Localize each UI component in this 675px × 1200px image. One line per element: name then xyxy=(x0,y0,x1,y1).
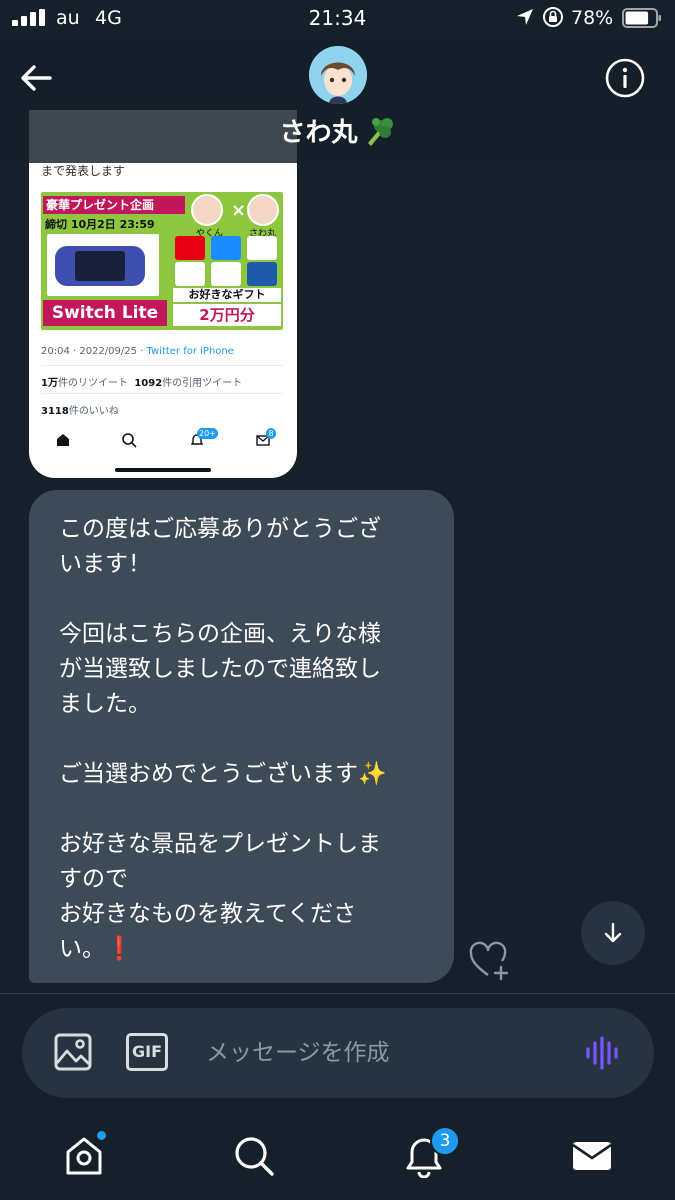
battery-percent: 78% xyxy=(571,7,614,29)
location-arrow-icon xyxy=(517,9,533,25)
message-input[interactable] xyxy=(206,1036,566,1070)
mail-icon[interactable] xyxy=(570,1134,614,1178)
retweet-count: 1万 xyxy=(41,378,58,389)
apple-icon xyxy=(211,236,241,260)
screenshot-top-text: まで発表します xyxy=(41,164,126,178)
message-bubble[interactable]: この度はご応募ありがとうござ います！ 今回はこちらの企画、えりな様 が当選致し… xyxy=(29,490,454,983)
promo-heading: 豪華プレゼント企画 xyxy=(43,196,185,214)
playstation-icon xyxy=(247,262,277,286)
gif-button[interactable]: GIF xyxy=(126,1033,168,1071)
conversation-header: さわ丸 xyxy=(0,38,675,163)
message-text: この度はご応募ありがとうござ います！ 今回はこちらの企画、えりな様 が当選致し… xyxy=(59,516,387,962)
rotation-lock-icon xyxy=(543,7,563,27)
divider xyxy=(41,393,283,394)
gift-amount: 2万円分 xyxy=(173,304,281,326)
gift-caption: お好きなギフト xyxy=(173,288,281,302)
retweet-label: 件のリツイート xyxy=(57,378,128,389)
tweet-likes: 3118件のいいね xyxy=(41,402,119,417)
search-icon xyxy=(122,433,137,448)
amazon-icon xyxy=(175,262,205,286)
like-label: 件のいいね xyxy=(68,406,119,417)
attached-screenshot[interactable]: まで発表します 豪華プレゼント企画 締切 10月2日 23:59 Switch … xyxy=(29,110,297,478)
promo-image: 豪華プレゼント企画 締切 10月2日 23:59 Switch Lite × や… xyxy=(41,192,283,330)
info-circle-icon[interactable] xyxy=(604,57,646,99)
home-indicator xyxy=(115,468,211,472)
contact-name-row[interactable]: さわ丸 xyxy=(0,112,675,149)
quote-count: 1092 xyxy=(134,378,163,389)
tab-bar xyxy=(0,1108,675,1200)
divider xyxy=(0,993,675,994)
rakuten-point-icon xyxy=(211,262,241,286)
message-composer: GIF xyxy=(22,1008,654,1098)
paypay-icon xyxy=(175,236,205,260)
contact-avatar[interactable] xyxy=(309,46,367,104)
messages-badge: 8 xyxy=(266,428,276,439)
home-icon xyxy=(57,434,69,446)
promo-times: × xyxy=(231,200,247,221)
notification-badge: 20+ xyxy=(197,428,218,439)
host-avatar-1 xyxy=(191,194,223,226)
promo-product: Switch Lite xyxy=(43,300,167,326)
tweet-via: Twitter for iPhone xyxy=(146,346,234,357)
search-icon[interactable] xyxy=(232,1134,276,1178)
status-bar: au 4G 21:34 78% xyxy=(0,0,675,38)
promo-deadline: 締切 10月2日 23:59 xyxy=(45,218,155,231)
heart-add-icon[interactable] xyxy=(468,941,512,981)
image-icon[interactable] xyxy=(54,1033,92,1071)
quote-label: 件の引用ツイート xyxy=(162,378,243,389)
battery-icon xyxy=(622,8,661,28)
broccoli-icon xyxy=(367,118,393,146)
host-avatar-2 xyxy=(247,194,279,226)
screenshot-tabbar: 20+ 8 xyxy=(29,428,297,458)
voice-wave-icon[interactable] xyxy=(584,1034,622,1072)
google-play-icon xyxy=(247,236,277,260)
like-count: 3118 xyxy=(41,406,69,417)
tweet-counts: 1万件のリツイート 1092件の引用ツイート xyxy=(41,374,242,389)
switch-screen xyxy=(75,251,125,281)
arrow-left-icon[interactable] xyxy=(16,58,56,98)
avatar-illustration xyxy=(309,46,367,104)
tweet-meta: 20:04 · 2022/09/25 · Twitter for iPhone xyxy=(41,346,234,357)
divider xyxy=(41,365,283,366)
arrow-down-icon xyxy=(604,922,622,943)
notifications-badge: 3 xyxy=(430,1126,460,1156)
contact-name: さわ丸 xyxy=(279,118,358,148)
home-badge-dot xyxy=(96,1130,107,1141)
scroll-to-bottom-button[interactable] xyxy=(581,901,645,965)
tweet-datetime: 20:04 · 2022/09/25 · xyxy=(41,346,147,357)
